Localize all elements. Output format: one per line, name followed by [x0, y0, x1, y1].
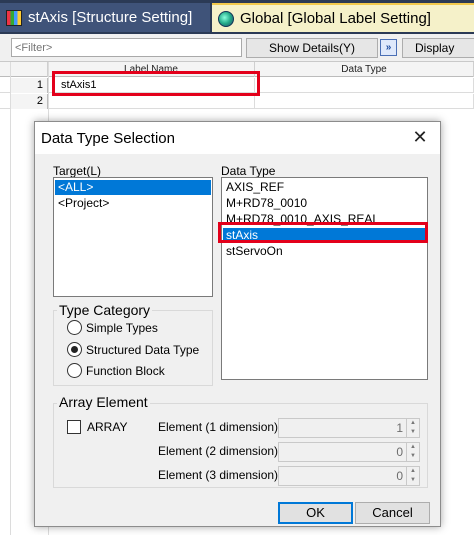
radio-function-block[interactable]: Function Block [67, 363, 165, 378]
data-type-selection-dialog: Data Type Selection ✕ Target(L) <ALL> <P… [34, 121, 441, 527]
row-number: 2 [10, 94, 48, 109]
element-1-dimension-value: 1 [396, 421, 403, 435]
tab-global-label-setting[interactable]: Global [Global Label Setting] [212, 3, 474, 32]
highlight-box-label [52, 71, 260, 96]
radio-function-block-label: Function Block [86, 363, 165, 378]
dialog-title: Data Type Selection [41, 130, 175, 147]
spin-down-icon[interactable]: ▼ [407, 428, 419, 437]
tab-global-label-setting-label: Global [Global Label Setting] [240, 10, 431, 27]
data-type-cell[interactable] [255, 94, 474, 109]
element-3-dimension-value: 0 [396, 469, 403, 483]
spin-up-icon[interactable]: ▲ [407, 467, 419, 476]
data-type-item[interactable]: AXIS_REF [223, 180, 426, 195]
spin-buttons: ▲ ▼ [406, 419, 419, 437]
radio-button[interactable] [67, 363, 82, 378]
array-checkbox[interactable] [67, 420, 81, 434]
filter-toolbar: Show Details(Y) » Display [0, 34, 474, 62]
ok-button[interactable]: OK [278, 502, 353, 524]
data-type-item[interactable]: stServoOn [223, 244, 426, 259]
spin-down-icon[interactable]: ▼ [407, 476, 419, 485]
dialog-title-bar: Data Type Selection ✕ [35, 122, 440, 154]
radio-simple-types-label: Simple Types [86, 320, 158, 335]
filter-input[interactable] [11, 38, 242, 57]
row-number: 1 [10, 78, 48, 93]
cancel-button[interactable]: Cancel [355, 502, 430, 524]
spin-buttons: ▲ ▼ [406, 467, 419, 485]
target-item-all[interactable]: <ALL> [55, 180, 211, 195]
label-name-cell[interactable] [58, 94, 255, 109]
element-1-dimension-stepper[interactable]: 1 ▲ ▼ [278, 418, 420, 438]
element-3-dimension-label: Element (3 dimension) [158, 468, 279, 482]
radio-button[interactable] [67, 320, 82, 335]
document-tab-bar: stAxis [Structure Setting] Global [Globa… [0, 0, 474, 34]
data-type-label: Data Type [221, 164, 276, 178]
element-1-dimension-label: Element (1 dimension) [158, 420, 279, 434]
radio-simple-types[interactable]: Simple Types [67, 320, 158, 335]
radio-button-checked[interactable] [67, 342, 82, 357]
element-2-dimension-value: 0 [396, 445, 403, 459]
array-checkbox-label: ARRAY [87, 420, 128, 434]
tab-structure-setting[interactable]: stAxis [Structure Setting] [0, 3, 210, 32]
tab-structure-setting-label: stAxis [Structure Setting] [28, 9, 193, 26]
data-type-listbox[interactable]: AXIS_REF M+RD78_0010 M+RD78_0010_AXIS_RE… [221, 177, 428, 380]
spin-down-icon[interactable]: ▼ [407, 452, 419, 461]
display-button[interactable]: Display [402, 38, 474, 58]
radio-structured-data-type[interactable]: Structured Data Type [67, 342, 199, 357]
data-type-cell[interactable] [255, 78, 474, 93]
grid-divider [10, 62, 11, 535]
globe-icon [218, 10, 234, 27]
highlight-box-data-type [218, 222, 428, 243]
table-row[interactable]: 2 [0, 94, 474, 109]
data-type-item[interactable]: M+RD78_0010 [223, 196, 426, 211]
close-icon[interactable]: ✕ [410, 127, 430, 147]
type-category-title: Type Category [57, 302, 153, 318]
element-2-dimension-stepper[interactable]: 0 ▲ ▼ [278, 442, 420, 462]
element-2-dimension-label: Element (2 dimension) [158, 444, 279, 458]
target-item-project[interactable]: <Project> [55, 196, 211, 211]
array-element-title: Array Element [57, 394, 150, 410]
structure-icon [6, 9, 22, 26]
target-label: Target(L) [53, 164, 102, 178]
target-listbox[interactable]: <ALL> <Project> [53, 177, 213, 297]
radio-structured-data-type-label: Structured Data Type [86, 342, 200, 357]
spin-buttons: ▲ ▼ [406, 443, 419, 461]
element-3-dimension-stepper[interactable]: 0 ▲ ▼ [278, 466, 420, 486]
double-chevron-right-icon[interactable]: » [380, 39, 397, 56]
show-details-button[interactable]: Show Details(Y) [246, 38, 378, 58]
spin-up-icon[interactable]: ▲ [407, 419, 419, 428]
column-header-data-type[interactable]: Data Type [255, 62, 474, 77]
row-number-header [10, 62, 48, 77]
spin-up-icon[interactable]: ▲ [407, 443, 419, 452]
